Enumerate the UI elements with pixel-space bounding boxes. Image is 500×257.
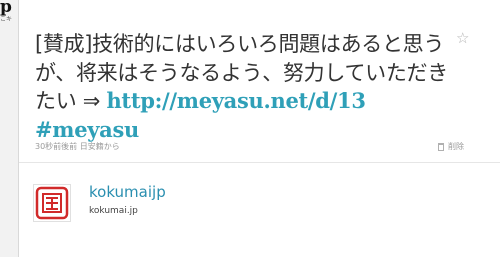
- page-edge-letter: p: [0, 0, 12, 17]
- tweet-card: [賛成]技術的にはいろいろ問題はあると思うが、将来はそうなるよう、努力していただ…: [18, 0, 500, 257]
- tweet-link[interactable]: http://meyasu.net/d/13: [106, 88, 366, 113]
- tweet-hashtag[interactable]: #meyasu: [35, 117, 139, 142]
- trash-icon: [438, 143, 444, 151]
- divider: [19, 162, 500, 163]
- author-handle[interactable]: kokumai.jp: [89, 205, 138, 217]
- page-edge-text: こキ: [0, 16, 13, 23]
- tweet-text: [賛成]技術的にはいろいろ問題はあると思うが、将来はそうなるよう、努力していただ…: [35, 30, 460, 144]
- avatar-seal-icon: [35, 186, 69, 220]
- delete-label: 削除: [448, 142, 464, 151]
- delete-button[interactable]: 削除: [438, 141, 464, 153]
- favorite-star-icon[interactable]: ☆: [456, 30, 469, 46]
- tweet-meta: 30秒前後前 日安籍から: [35, 142, 120, 151]
- avatar[interactable]: [33, 184, 71, 222]
- author-name[interactable]: kokumaijp: [89, 183, 166, 201]
